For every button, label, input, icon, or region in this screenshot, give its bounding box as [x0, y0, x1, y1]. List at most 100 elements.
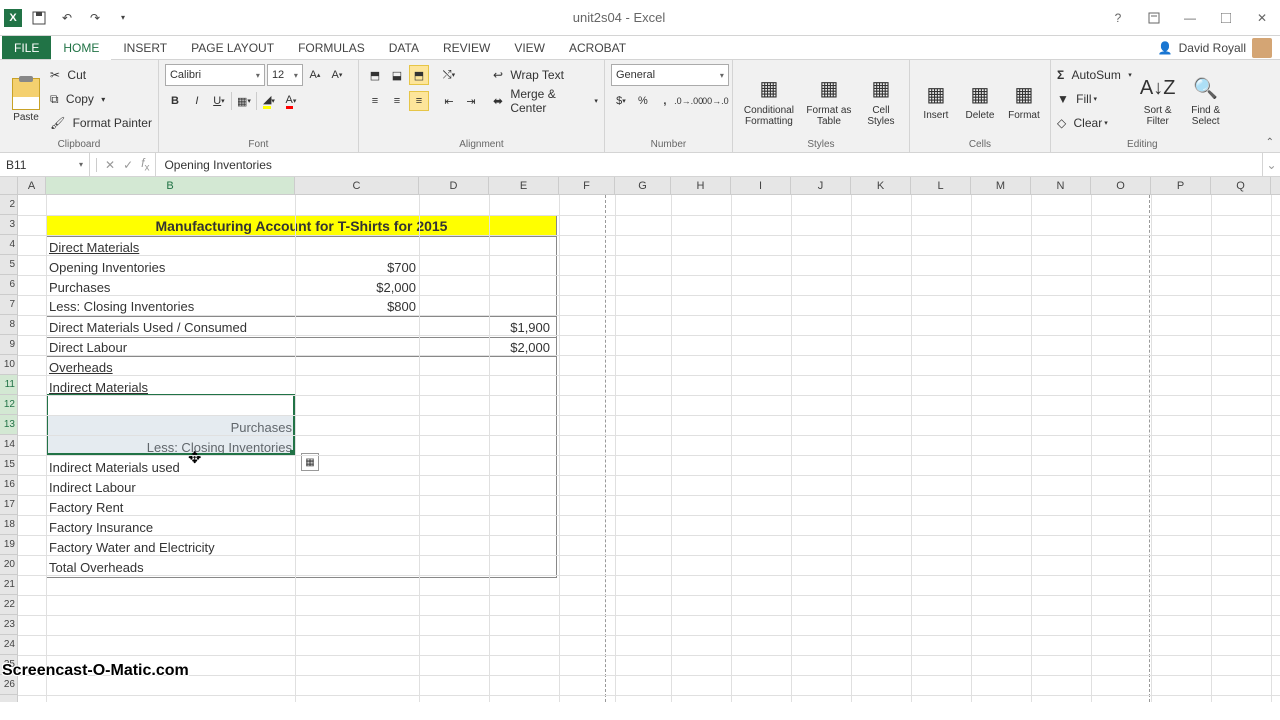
formula-input[interactable]: Opening Inventories: [156, 153, 1262, 176]
row-header-11[interactable]: 11: [0, 375, 17, 395]
col-header-O[interactable]: O: [1091, 177, 1151, 194]
col-header-H[interactable]: H: [671, 177, 731, 194]
tab-page-layout[interactable]: PAGE LAYOUT: [179, 36, 286, 59]
percent-button[interactable]: %: [633, 91, 653, 111]
tab-insert[interactable]: INSERT: [111, 36, 179, 59]
autosum-button[interactable]: Σ AutoSum ▾: [1057, 64, 1132, 86]
delete-cells-button[interactable]: ▦ Delete: [960, 64, 1000, 137]
col-header-J[interactable]: J: [791, 177, 851, 194]
row-header-6[interactable]: 6: [0, 275, 17, 295]
fill-button[interactable]: ▼ Fill▾: [1057, 88, 1132, 110]
qat-redo[interactable]: ↷: [84, 7, 106, 29]
format-painter-button[interactable]: 🖌 Format Painter: [50, 112, 152, 134]
col-header-E[interactable]: E: [489, 177, 559, 194]
find-select-button[interactable]: 🔍 Find & Select: [1184, 64, 1228, 137]
col-header-B[interactable]: B: [46, 177, 295, 194]
tab-formulas[interactable]: FORMULAS: [286, 36, 377, 59]
enter-formula-icon[interactable]: ✓: [123, 158, 133, 172]
decrease-font-button[interactable]: A▾: [327, 65, 347, 85]
border-button[interactable]: ▦▾: [234, 91, 254, 111]
row-header-23[interactable]: 23: [0, 615, 17, 635]
italic-button[interactable]: I: [187, 91, 207, 111]
paste-button[interactable]: Paste: [6, 64, 46, 137]
row-header-13[interactable]: 13: [0, 415, 17, 435]
font-color-button[interactable]: A▾: [281, 91, 301, 111]
col-header-Q[interactable]: Q: [1211, 177, 1271, 194]
increase-font-button[interactable]: A▴: [305, 65, 325, 85]
align-right-button[interactable]: ≡: [409, 91, 429, 111]
user-name[interactable]: David Royall: [1179, 41, 1246, 55]
row-header-24[interactable]: 24: [0, 635, 17, 655]
fill-color-button[interactable]: ◢▾: [259, 91, 279, 111]
align-middle-button[interactable]: ⬓: [387, 65, 407, 85]
align-left-button[interactable]: ≡: [365, 91, 385, 111]
help-button[interactable]: ?: [1104, 8, 1132, 28]
font-family-combo[interactable]: Calibri▾: [165, 64, 265, 86]
row-header-20[interactable]: 20: [0, 555, 17, 575]
conditional-formatting-button[interactable]: ▦ Conditional Formatting: [739, 64, 799, 137]
col-header-D[interactable]: D: [419, 177, 489, 194]
row-header-14[interactable]: 14: [0, 435, 17, 455]
col-header-I[interactable]: I: [731, 177, 791, 194]
col-header-M[interactable]: M: [971, 177, 1031, 194]
cancel-formula-icon[interactable]: ✕: [105, 158, 115, 172]
tab-file[interactable]: FILE: [2, 36, 51, 59]
row-header-21[interactable]: 21: [0, 575, 17, 595]
row-header-12[interactable]: 12: [0, 395, 17, 415]
copy-button[interactable]: ⧉ Copy ▾: [50, 88, 152, 110]
wrap-text-button[interactable]: ↩ Wrap Text: [493, 64, 598, 86]
col-header-C[interactable]: C: [295, 177, 419, 194]
accounting-format-button[interactable]: $▾: [611, 91, 631, 111]
font-size-combo[interactable]: 12▾: [267, 64, 303, 86]
format-as-table-button[interactable]: ▦ Format as Table: [803, 64, 855, 137]
col-header-K[interactable]: K: [851, 177, 911, 194]
col-header-A[interactable]: A: [18, 177, 46, 194]
col-header-F[interactable]: F: [559, 177, 615, 194]
qat-undo[interactable]: ↶: [56, 7, 78, 29]
row-header-9[interactable]: 9: [0, 335, 17, 355]
decrease-indent-button[interactable]: ⇤: [439, 91, 459, 111]
grid-area[interactable]: ABCDEFGHIJKLMNOPQ 23 45678910111213141516…: [0, 177, 1280, 702]
row-header-22[interactable]: 22: [0, 595, 17, 615]
align-bottom-button[interactable]: ⬒: [409, 65, 429, 85]
number-format-combo[interactable]: General▾: [611, 64, 729, 86]
row-header-8[interactable]: 8: [0, 315, 17, 335]
comma-button[interactable]: ,: [655, 91, 675, 111]
col-header-N[interactable]: N: [1031, 177, 1091, 194]
name-box[interactable]: B11▾: [0, 153, 90, 176]
col-header-P[interactable]: P: [1151, 177, 1211, 194]
row-header-5[interactable]: 5: [0, 255, 17, 275]
clear-button[interactable]: ◇ Clear▾: [1057, 112, 1132, 134]
row-header-15[interactable]: 15: [0, 455, 17, 475]
tab-review[interactable]: REVIEW: [431, 36, 502, 59]
row-header-16[interactable]: 16: [0, 475, 17, 495]
row-header-4[interactable]: 4: [0, 235, 17, 255]
tab-view[interactable]: VIEW: [502, 36, 557, 59]
cells-canvas[interactable]: Manufacturing Account for T-Shirts for 2…: [18, 195, 1280, 702]
row-header-2[interactable]: 2: [0, 195, 17, 215]
row-header-7[interactable]: 7: [0, 295, 17, 315]
bold-button[interactable]: B: [165, 91, 185, 111]
row-header-17[interactable]: 17: [0, 495, 17, 515]
col-header-L[interactable]: L: [911, 177, 971, 194]
merge-center-button[interactable]: ⬌ Merge & Center ▾: [493, 90, 598, 112]
sort-filter-button[interactable]: A↓Z Sort & Filter: [1136, 64, 1180, 137]
row-header-10[interactable]: 10: [0, 355, 17, 375]
close-button[interactable]: ✕: [1248, 8, 1276, 28]
avatar[interactable]: [1252, 38, 1272, 58]
tab-home[interactable]: HOME: [51, 37, 111, 60]
insert-cells-button[interactable]: ▦ Insert: [916, 64, 956, 137]
align-center-button[interactable]: ≡: [387, 91, 407, 111]
minimize-button[interactable]: —: [1176, 8, 1204, 28]
underline-button[interactable]: U▾: [209, 91, 229, 111]
col-header-G[interactable]: G: [615, 177, 671, 194]
select-all-corner[interactable]: [0, 177, 18, 195]
cell-styles-button[interactable]: ▦ Cell Styles: [859, 64, 903, 137]
tab-acrobat[interactable]: ACROBAT: [557, 36, 638, 59]
ribbon-collapse-icon[interactable]: ⌃: [1266, 137, 1274, 148]
orientation-button[interactable]: ⤭▾: [439, 65, 459, 85]
row-header-19[interactable]: 19: [0, 535, 17, 555]
align-top-button[interactable]: ⬒: [365, 65, 385, 85]
maximize-button[interactable]: [1212, 8, 1240, 28]
qat-customize[interactable]: ▾: [112, 7, 134, 29]
